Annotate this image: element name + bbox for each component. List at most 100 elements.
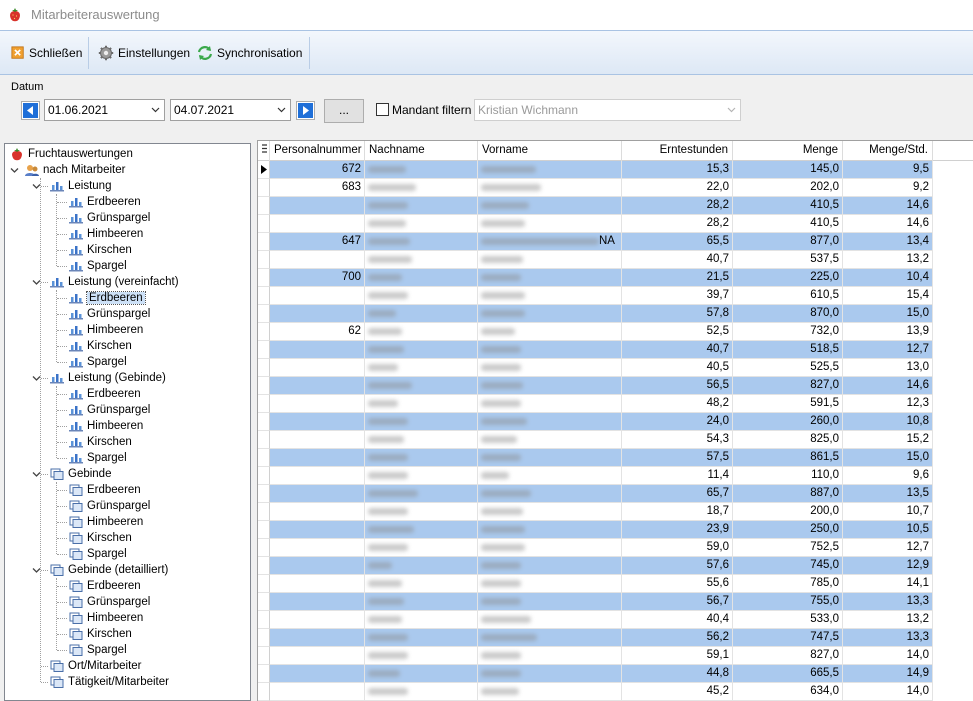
cell-menge-pro-std[interactable]: 14,0: [843, 647, 933, 665]
cell-nachname[interactable]: [365, 629, 478, 647]
table-row[interactable]: 44,8 665,5 14,9: [258, 665, 933, 683]
cell-personalnummer[interactable]: [270, 395, 365, 413]
cell-personalnummer[interactable]: [270, 341, 365, 359]
tree-item-1-2[interactable]: Himbeeren: [68, 322, 143, 338]
cell-vorname[interactable]: [478, 449, 622, 467]
cell-erntestunden[interactable]: 56,5: [622, 377, 733, 395]
cell-vorname[interactable]: [478, 521, 622, 539]
row-indicator[interactable]: [258, 665, 270, 683]
tree-item-0-1[interactable]: Grünspargel: [68, 210, 150, 226]
cell-erntestunden[interactable]: 40,5: [622, 359, 733, 377]
cell-nachname[interactable]: [365, 161, 478, 179]
cell-erntestunden[interactable]: 40,7: [622, 341, 733, 359]
tree-item-0-0[interactable]: Erdbeeren: [68, 194, 141, 210]
cell-personalnummer[interactable]: [270, 575, 365, 593]
cell-vorname[interactable]: [478, 179, 622, 197]
cell-erntestunden[interactable]: 65,5: [622, 233, 733, 251]
cell-personalnummer[interactable]: [270, 557, 365, 575]
cell-erntestunden[interactable]: 24,0: [622, 413, 733, 431]
cell-menge-pro-std[interactable]: 15,2: [843, 431, 933, 449]
cell-nachname[interactable]: [365, 269, 478, 287]
row-indicator[interactable]: [258, 179, 270, 197]
cell-vorname[interactable]: NA: [478, 233, 622, 251]
table-row[interactable]: 56,7 755,0 13,3: [258, 593, 933, 611]
cell-menge[interactable]: 518,5: [733, 341, 843, 359]
cell-menge[interactable]: 533,0: [733, 611, 843, 629]
row-indicator[interactable]: [258, 467, 270, 485]
cell-menge-pro-std[interactable]: 14,9: [843, 665, 933, 683]
table-row[interactable]: 683 22,0 202,0 9,2: [258, 179, 933, 197]
column-header-1[interactable]: Nachname: [365, 141, 478, 161]
previous-period-button[interactable]: [21, 101, 40, 120]
row-indicator[interactable]: [258, 377, 270, 395]
cell-personalnummer[interactable]: 647: [270, 233, 365, 251]
table-row[interactable]: 54,3 825,0 15,2: [258, 431, 933, 449]
tree-item-1-4[interactable]: Spargel: [68, 354, 127, 370]
cell-menge-pro-std[interactable]: 10,4: [843, 269, 933, 287]
cell-menge-pro-std[interactable]: 14,0: [843, 683, 933, 701]
table-row[interactable]: 23,9 250,0 10,5: [258, 521, 933, 539]
row-indicator[interactable]: [258, 161, 270, 179]
cell-menge-pro-std[interactable]: 13,0: [843, 359, 933, 377]
cell-erntestunden[interactable]: 45,2: [622, 683, 733, 701]
cell-menge-pro-std[interactable]: 13,2: [843, 611, 933, 629]
cell-nachname[interactable]: [365, 215, 478, 233]
tree-item-0-4[interactable]: Spargel: [68, 258, 127, 274]
cell-vorname[interactable]: [478, 161, 622, 179]
cell-personalnummer[interactable]: [270, 359, 365, 377]
cell-menge-pro-std[interactable]: 10,5: [843, 521, 933, 539]
row-indicator[interactable]: [258, 215, 270, 233]
cell-nachname[interactable]: [365, 395, 478, 413]
table-row[interactable]: 57,6 745,0 12,9: [258, 557, 933, 575]
tree-item-3-4[interactable]: Spargel: [68, 546, 127, 562]
cell-menge[interactable]: 825,0: [733, 431, 843, 449]
cell-menge[interactable]: 525,5: [733, 359, 843, 377]
cell-personalnummer[interactable]: [270, 503, 365, 521]
table-row[interactable]: 45,2 634,0 14,0: [258, 683, 933, 701]
table-row[interactable]: 39,7 610,5 15,4: [258, 287, 933, 305]
cell-vorname[interactable]: [478, 341, 622, 359]
cell-personalnummer[interactable]: [270, 665, 365, 683]
tree-item-3-2[interactable]: Himbeeren: [68, 514, 143, 530]
cell-vorname[interactable]: [478, 323, 622, 341]
cell-menge-pro-std[interactable]: 12,9: [843, 557, 933, 575]
row-indicator[interactable]: [258, 449, 270, 467]
cell-erntestunden[interactable]: 28,2: [622, 215, 733, 233]
cell-nachname[interactable]: [365, 233, 478, 251]
cell-menge[interactable]: 827,0: [733, 377, 843, 395]
table-row[interactable]: 40,7 537,5 13,2: [258, 251, 933, 269]
cell-erntestunden[interactable]: 56,7: [622, 593, 733, 611]
cell-nachname[interactable]: [365, 647, 478, 665]
cell-menge[interactable]: 747,5: [733, 629, 843, 647]
cell-vorname[interactable]: [478, 251, 622, 269]
tree-item-1-0[interactable]: Erdbeeren: [68, 290, 146, 306]
cell-menge[interactable]: 410,5: [733, 215, 843, 233]
cell-vorname[interactable]: [478, 647, 622, 665]
cell-personalnummer[interactable]: 683: [270, 179, 365, 197]
cell-erntestunden[interactable]: 59,0: [622, 539, 733, 557]
cell-menge[interactable]: 745,0: [733, 557, 843, 575]
tree-item-0-2[interactable]: Himbeeren: [68, 226, 143, 242]
cell-nachname[interactable]: [365, 287, 478, 305]
row-indicator[interactable]: [258, 521, 270, 539]
cell-menge-pro-std[interactable]: 15,0: [843, 305, 933, 323]
cell-personalnummer[interactable]: [270, 251, 365, 269]
cell-erntestunden[interactable]: 40,4: [622, 611, 733, 629]
cell-nachname[interactable]: [365, 179, 478, 197]
cell-menge-pro-std[interactable]: 9,2: [843, 179, 933, 197]
row-indicator[interactable]: [258, 395, 270, 413]
row-indicator[interactable]: [258, 629, 270, 647]
cell-menge[interactable]: 752,5: [733, 539, 843, 557]
cell-erntestunden[interactable]: 18,7: [622, 503, 733, 521]
table-row[interactable]: 647 NA 65,5 877,0 13,4: [258, 233, 933, 251]
cell-menge-pro-std[interactable]: 13,9: [843, 323, 933, 341]
tree-group-3[interactable]: Gebinde: [49, 466, 111, 482]
cell-menge[interactable]: 827,0: [733, 647, 843, 665]
cell-nachname[interactable]: [365, 521, 478, 539]
table-row[interactable]: 672 15,3 145,0 9,5: [258, 161, 933, 179]
row-indicator[interactable]: [258, 305, 270, 323]
cell-menge[interactable]: 260,0: [733, 413, 843, 431]
cell-nachname[interactable]: [365, 377, 478, 395]
tree-item-0-3[interactable]: Kirschen: [68, 242, 132, 258]
tree-group-4[interactable]: Gebinde (detailliert): [49, 562, 168, 578]
